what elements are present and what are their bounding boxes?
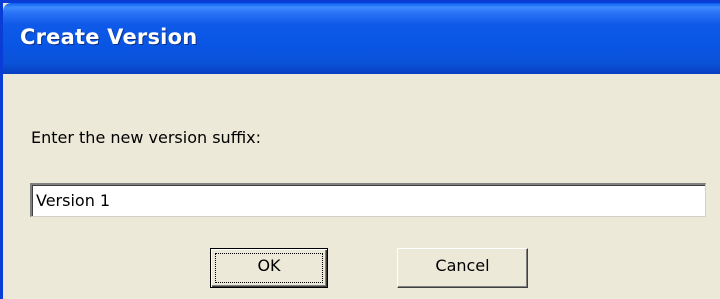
create-version-dialog: Create Version Enter the new version suf… <box>0 0 720 299</box>
ok-button-label: OK <box>257 256 281 275</box>
version-suffix-input[interactable] <box>30 183 706 217</box>
cancel-button-label: Cancel <box>435 256 490 275</box>
title-bar[interactable]: Create Version <box>3 3 720 74</box>
version-suffix-label: Enter the new version suffix: <box>31 128 262 147</box>
cancel-button[interactable]: Cancel <box>397 248 528 288</box>
dialog-title: Create Version <box>20 25 198 49</box>
ok-button[interactable]: OK <box>210 248 328 288</box>
